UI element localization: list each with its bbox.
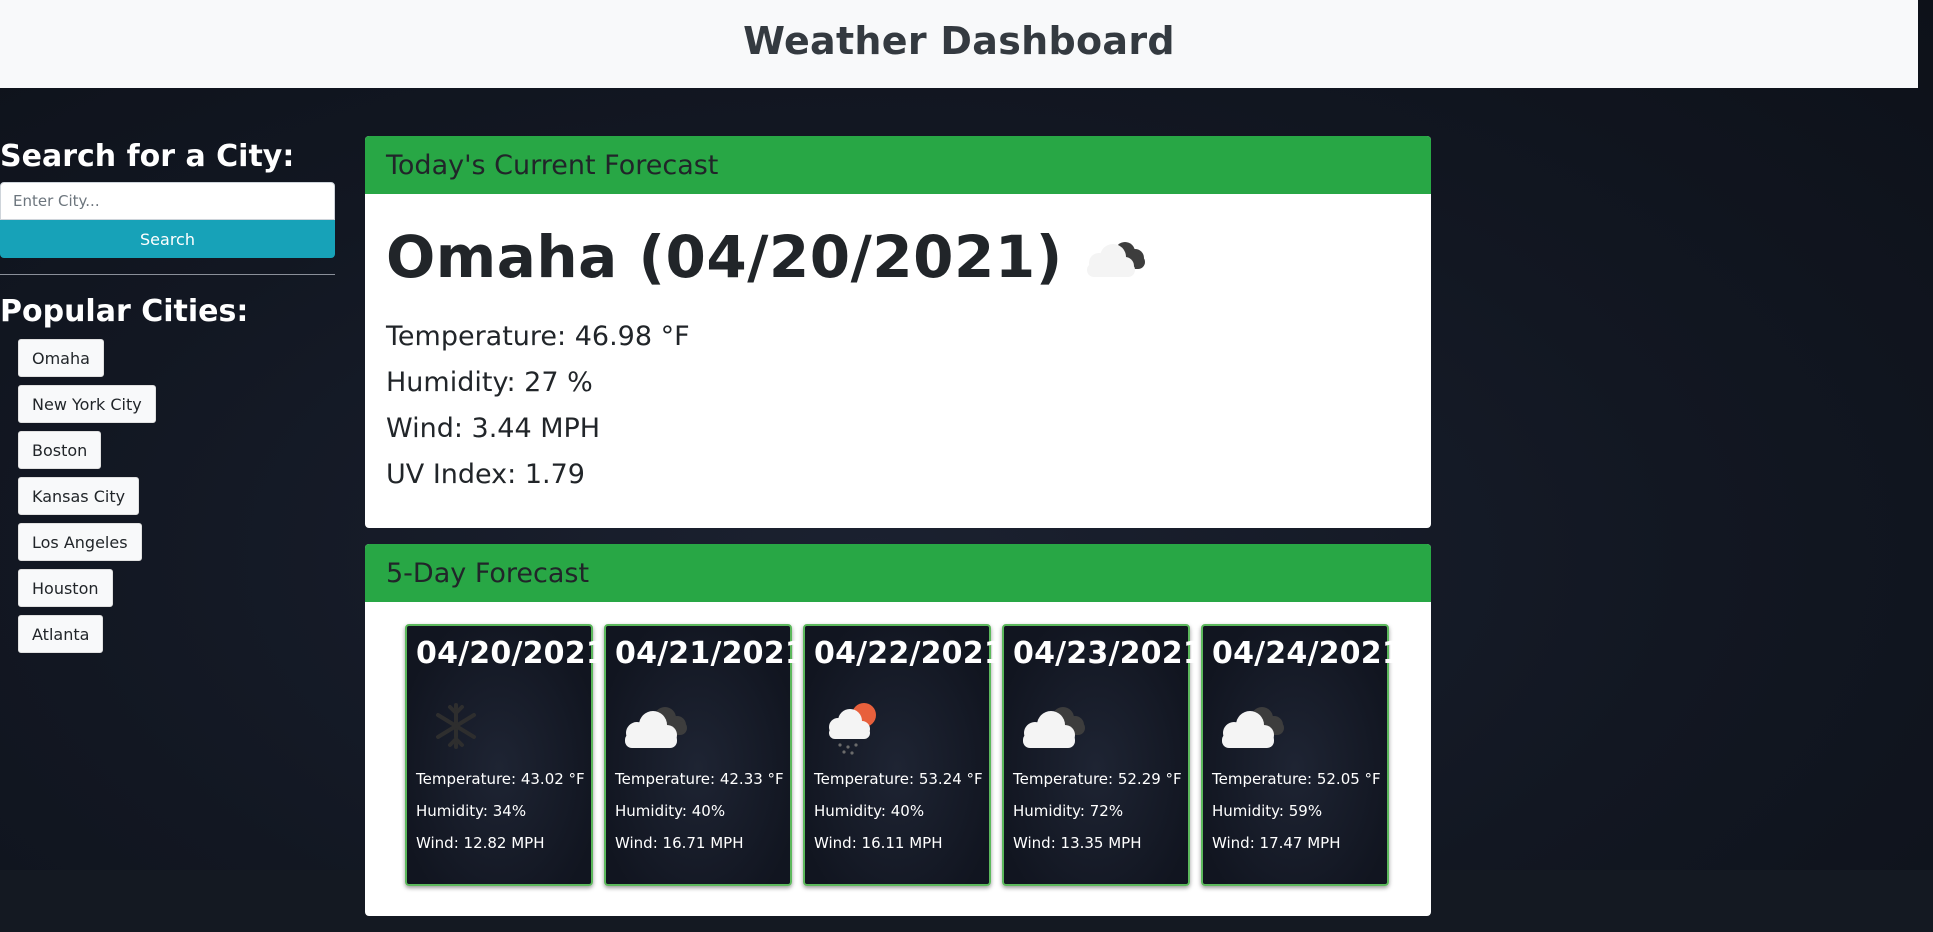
forecast-date: 04/23/2021 — [1013, 636, 1204, 671]
forecast-day-card: 04/24/2021 Temperature: 52.05 °F Humidit… — [1201, 624, 1403, 886]
forecast-humidity: Humidity: 59% — [1212, 802, 1323, 820]
five-day-forecast-card: 5-Day Forecast 04/20/2021 Temperature: 4… — [365, 544, 1431, 916]
city-button-new-york-city[interactable]: New York City — [18, 385, 156, 423]
forecast-wind: Wind: 12.82 MPH — [416, 834, 545, 852]
sidebar: Search for a City: Search Popular Cities… — [0, 136, 335, 661]
search-heading: Search for a City: — [0, 139, 295, 174]
forecast-temperature: Temperature: 43.02 °F — [416, 770, 585, 788]
cloudy-icon — [1077, 233, 1151, 287]
city-search-input[interactable] — [0, 182, 335, 220]
forecast-humidity: Humidity: 72% — [1013, 802, 1124, 820]
forecast-wind: Wind: 16.11 MPH — [814, 834, 943, 852]
forecast-temperature: Temperature: 42.33 °F — [615, 770, 784, 788]
snow-icon — [416, 691, 591, 761]
current-forecast-card: Today's Current Forecast Omaha (04/20/20… — [365, 136, 1431, 528]
cloudy-icon — [1013, 691, 1188, 761]
forecast-temperature: Temperature: 52.05 °F — [1212, 770, 1381, 788]
forecast-humidity: Humidity: 34% — [416, 802, 527, 820]
current-temperature: Temperature: 46.98 °F — [386, 321, 690, 352]
forecast-temperature: Temperature: 52.29 °F — [1013, 770, 1182, 788]
forecast-days: 04/20/2021 Temperature: 43.02 °F Humidit… — [365, 602, 1431, 886]
forecast-day-card: 04/22/2021 Temperature: 53.24 °F Humidit — [803, 624, 1005, 886]
cloudy-icon — [1212, 691, 1387, 761]
forecast-day-card: 04/20/2021 Temperature: 43.02 °F Humidit… — [405, 624, 607, 886]
forecast-date: 04/20/2021 — [416, 636, 607, 671]
forecast-day-card: 04/21/2021 Temperature: 42.33 °F Humidit… — [604, 624, 806, 886]
page-title: Weather Dashboard — [743, 19, 1175, 63]
forecast-wind: Wind: 17.47 MPH — [1212, 834, 1341, 852]
current-forecast-header: Today's Current Forecast — [365, 136, 1431, 194]
page-header: Weather Dashboard — [0, 0, 1918, 88]
forecast-wind: Wind: 16.71 MPH — [615, 834, 744, 852]
current-humidity: Humidity: 27 % — [386, 367, 593, 398]
forecast-date: 04/24/2021 — [1212, 636, 1403, 671]
city-button-kansas-city[interactable]: Kansas City — [18, 477, 140, 515]
search-button[interactable]: Search — [0, 220, 335, 258]
current-stats: Temperature: 46.98 °F Humidity: 27 % Win… — [386, 314, 1431, 498]
city-button-omaha[interactable]: Omaha — [18, 339, 104, 377]
forecast-wind: Wind: 13.35 MPH — [1013, 834, 1142, 852]
five-day-forecast-header: 5-Day Forecast — [365, 544, 1431, 602]
current-city-title-row: Omaha (04/20/2021) — [386, 222, 1431, 292]
forecast-temperature: Temperature: 53.24 °F — [814, 770, 983, 788]
popular-cities-list: Omaha New York City Boston Kansas City L… — [0, 339, 335, 653]
city-button-los-angeles[interactable]: Los Angeles — [18, 523, 142, 561]
sun-rain-icon — [814, 691, 989, 761]
cloudy-icon — [615, 691, 790, 761]
current-city-title: Omaha (04/20/2021) — [386, 223, 1063, 291]
forecast-humidity: Humidity: 40% — [814, 802, 925, 820]
city-button-boston[interactable]: Boston — [18, 431, 102, 469]
forecast-day-card: 04/23/2021 Temperature: 52.29 °F Humidit… — [1002, 624, 1204, 886]
popular-cities-heading: Popular Cities: — [0, 294, 249, 329]
forecast-date: 04/22/2021 — [814, 636, 1005, 671]
forecast-humidity: Humidity: 40% — [615, 802, 726, 820]
sidebar-divider — [0, 274, 335, 275]
city-button-atlanta[interactable]: Atlanta — [18, 615, 104, 653]
current-uv-index: UV Index: 1.79 — [386, 459, 585, 490]
city-button-houston[interactable]: Houston — [18, 569, 113, 607]
forecast-date: 04/21/2021 — [615, 636, 806, 671]
current-wind: Wind: 3.44 MPH — [386, 413, 601, 444]
